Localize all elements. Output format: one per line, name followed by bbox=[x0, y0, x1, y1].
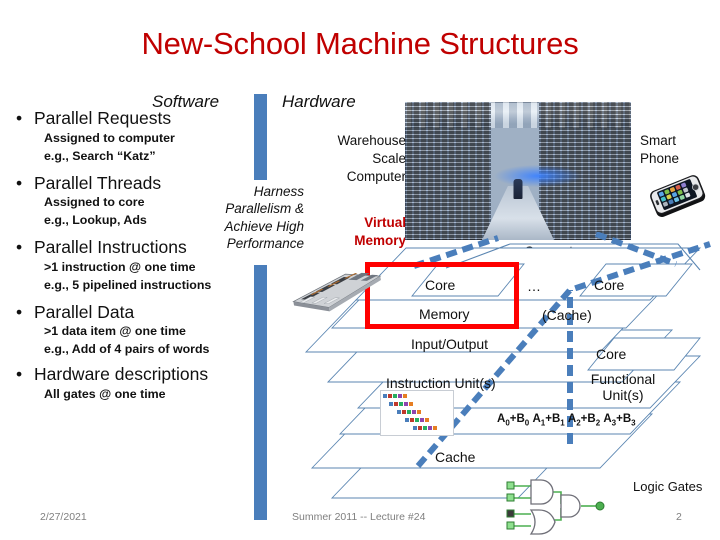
datacenter-person bbox=[513, 179, 523, 200]
functional-units-line-1: Functional bbox=[590, 371, 656, 387]
footer-date: 2/27/2021 bbox=[40, 511, 87, 523]
input-output-label: Input/Output bbox=[411, 336, 489, 352]
bullet-label: Parallel Requests bbox=[34, 108, 172, 128]
bullet-subline: >1 data item @ one time bbox=[44, 324, 186, 339]
or-gate-1 bbox=[529, 509, 556, 535]
hardware-column-header: Hardware bbox=[282, 92, 356, 111]
cache-paren-label: (Cache) bbox=[542, 307, 592, 323]
memory-label: Memory bbox=[419, 306, 470, 322]
bullet-hardware-descriptions: • Hardware descriptions bbox=[8, 364, 266, 385]
gate-output-terminal bbox=[595, 501, 605, 511]
simd-op-2: A2+B2 bbox=[567, 413, 601, 428]
callout-line-right bbox=[594, 232, 678, 267]
core-label-3: Core bbox=[596, 346, 627, 362]
core-label-2: Core bbox=[594, 277, 625, 293]
gate-input-terminal bbox=[506, 493, 515, 502]
wsc-label-line-1: Warehouse bbox=[337, 133, 406, 148]
bullet-marker: • bbox=[16, 108, 23, 128]
bullet-subline: Assigned to computer bbox=[44, 130, 175, 145]
smartphone-photo bbox=[650, 175, 706, 217]
pipeline-diagram-photo bbox=[380, 390, 454, 436]
and-gate-2 bbox=[560, 494, 581, 518]
bullet-label: Parallel Instructions bbox=[34, 237, 187, 258]
page-title: New-School Machine Structures bbox=[141, 26, 579, 61]
core-label-1: Core bbox=[425, 277, 456, 293]
harness-line-1: Harness bbox=[253, 184, 304, 199]
logic-gate-diagram bbox=[506, 479, 605, 535]
bullet-list: • Parallel Requests Assigned to computer… bbox=[8, 108, 266, 404]
bullet-marker: • bbox=[16, 364, 23, 385]
bullet-parallel-requests: • Parallel Requests bbox=[8, 108, 266, 129]
bullet-parallel-data: • Parallel Data bbox=[8, 302, 266, 323]
instruction-units-label: Instruction Unit(s) bbox=[386, 375, 496, 391]
cores-ellipsis: … bbox=[527, 278, 541, 294]
harness-line-2: Parallelism & bbox=[225, 201, 304, 217]
cache-bottom-label: Cache bbox=[435, 449, 476, 465]
wsc-label-line-3: Computer bbox=[346, 168, 406, 184]
bullet-subline: e.g., 5 pipelined instructions bbox=[44, 277, 212, 292]
wsc-label-line-2: Scale bbox=[372, 150, 406, 166]
smart-phone-line-1: Smart bbox=[640, 133, 677, 148]
bullet-label: Hardware descriptions bbox=[34, 364, 209, 385]
bullet-subline: e.g., Add of 4 pairs of words bbox=[44, 342, 210, 357]
server-blade-photo bbox=[292, 272, 382, 312]
and-gate-1 bbox=[530, 479, 554, 505]
simd-operations-row: A0+B0 A1+B1 A2+B2 A3+B3 bbox=[497, 413, 636, 427]
bullet-marker: • bbox=[16, 172, 23, 193]
bullet-subline: e.g., Search “Katz” bbox=[44, 148, 156, 163]
functional-units-label: Functional Unit(s) bbox=[578, 371, 668, 403]
footer-lecture-info: Summer 2011 -- Lecture #24 bbox=[292, 511, 426, 523]
gate-input-terminal bbox=[506, 481, 515, 490]
virtual-memory-line-1: Virtual bbox=[364, 215, 406, 230]
logic-gates-label: Logic Gates bbox=[633, 479, 703, 494]
bullet-marker: • bbox=[16, 237, 23, 258]
footer-page-number: 2 bbox=[676, 511, 682, 523]
bullet-label: Parallel Threads bbox=[34, 172, 162, 193]
simd-op-0: A0+B0 bbox=[497, 413, 530, 428]
gate-input-terminal bbox=[506, 521, 515, 530]
gate-input-terminal-off bbox=[506, 509, 515, 518]
bullet-label: Parallel Data bbox=[34, 301, 135, 322]
simd-op-3: A3+B3 bbox=[603, 413, 636, 428]
smart-phone-label: Smart Phone bbox=[640, 132, 714, 168]
slide-canvas: New-School Machine Structures Software H… bbox=[0, 0, 720, 540]
datacenter-blue-glow bbox=[495, 165, 582, 188]
smart-phone-line-2: Phone bbox=[640, 150, 680, 166]
bullet-subline: >1 instruction @ one time bbox=[44, 259, 196, 274]
simd-op-1: A1+B1 bbox=[532, 413, 565, 428]
bullet-subline: All gates @ one time bbox=[44, 387, 166, 402]
datacenter-photo bbox=[405, 102, 631, 240]
warehouse-scale-computer-label: Warehouse Scale Computer bbox=[300, 132, 406, 185]
bullet-marker: • bbox=[16, 301, 23, 322]
functional-units-line-2: Unit(s) bbox=[602, 387, 644, 404]
server-rack-left bbox=[405, 102, 491, 240]
